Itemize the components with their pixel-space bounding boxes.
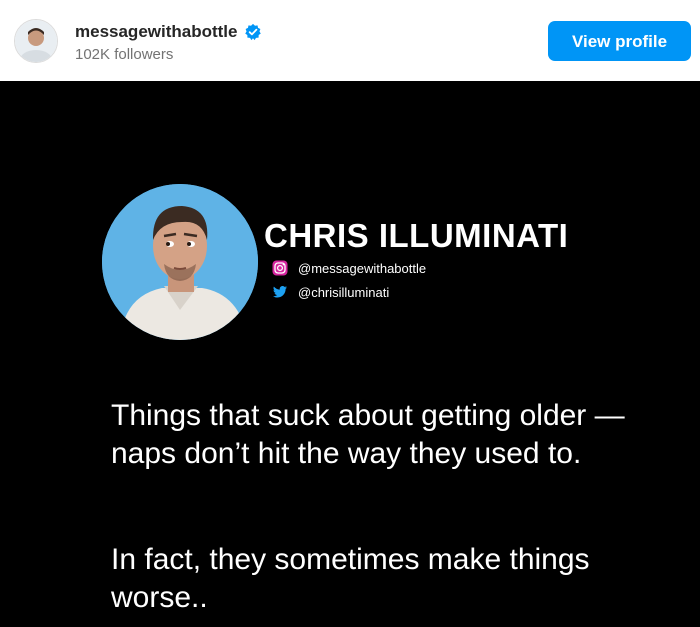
twitter-icon <box>273 286 287 298</box>
post-text-paragraph-1: Things that suck about getting older — n… <box>111 399 625 470</box>
post-image[interactable]: CHRIS ILLUMINATI @messagewithabottle @ch… <box>0 81 700 627</box>
twitter-handle: @chrisilluminati <box>298 284 390 300</box>
username-row: messagewithabottle <box>75 22 262 42</box>
instagram-icon <box>272 260 288 276</box>
post-text-paragraph-2: In fact, they sometimes make things wors… <box>111 543 590 614</box>
follower-count: 102K followers <box>75 46 174 63</box>
instagram-handle: @messagewithabottle <box>298 260 427 276</box>
twitter-handle-row: @chrisilluminati <box>272 284 389 300</box>
creator-name: CHRIS ILLUMINATI <box>264 217 569 254</box>
verified-badge-icon <box>244 23 261 41</box>
creator-avatar <box>102 184 258 340</box>
instagram-handle-row: @messagewithabottle <box>272 260 426 276</box>
post-header: messagewithabottle 102K followers View p… <box>0 0 700 81</box>
profile-avatar[interactable] <box>14 19 58 63</box>
username[interactable]: messagewithabottle <box>75 22 238 42</box>
view-profile-button[interactable]: View profile <box>548 21 691 61</box>
